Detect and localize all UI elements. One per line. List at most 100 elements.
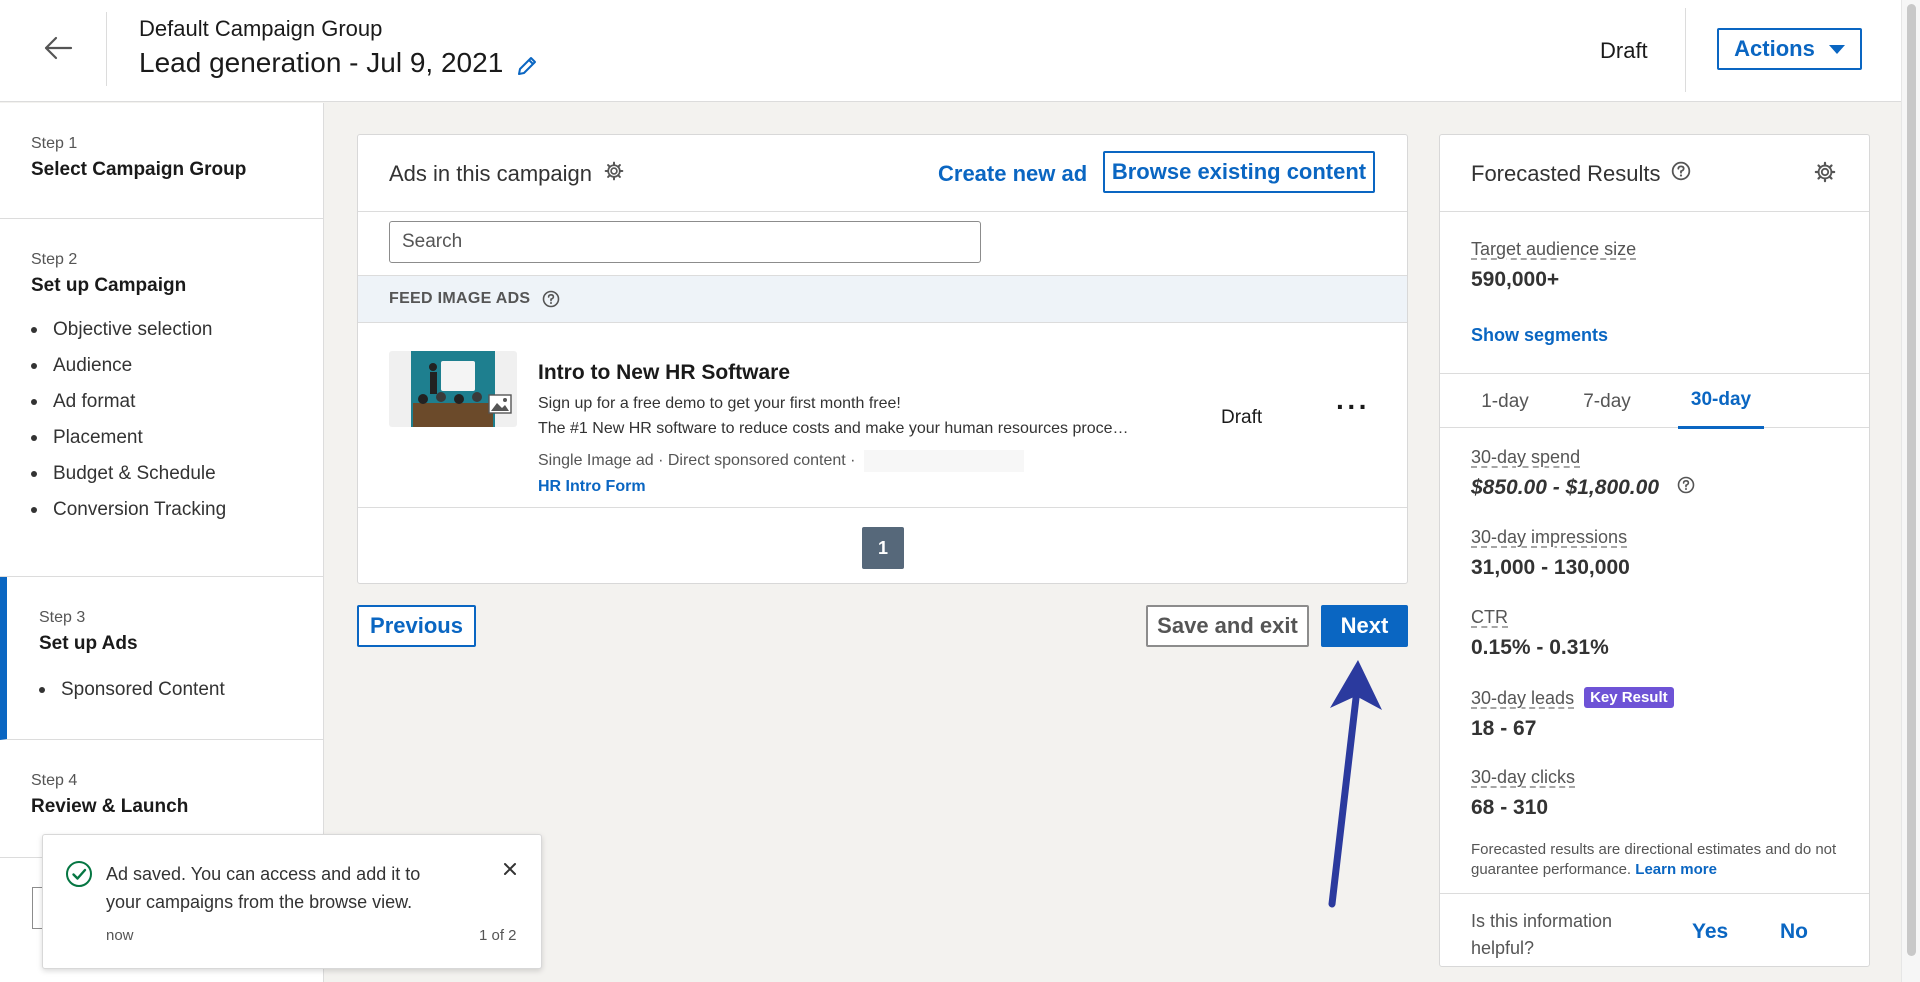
step-title: Set up Ads	[39, 633, 138, 654]
next-button[interactable]: Next	[1321, 605, 1408, 647]
ctr-label[interactable]: CTR	[1471, 607, 1609, 628]
clicks-metric: 30-day clicks 68 - 310	[1471, 767, 1575, 820]
clicks-value: 68 - 310	[1471, 796, 1549, 819]
help-icon[interactable]	[1677, 476, 1695, 500]
campaign-title: Lead generation - Jul 9, 2021	[139, 46, 541, 80]
audience-label[interactable]: Target audience size	[1471, 239, 1636, 260]
ad-meta-redacted	[863, 450, 1024, 472]
ad-headline: Sign up for a free demo to get your firs…	[538, 395, 901, 412]
tab-7-day[interactable]: 7-day	[1566, 374, 1648, 429]
back-arrow-icon[interactable]	[40, 30, 76, 66]
bullet-icon	[31, 471, 37, 477]
bullet-icon	[31, 363, 37, 369]
header-divider	[106, 12, 107, 86]
impressions-label[interactable]: 30-day impressions	[1471, 527, 1630, 548]
substep-budget[interactable]: Budget & Schedule	[31, 463, 323, 485]
show-segments-link[interactable]: Show segments	[1471, 325, 1608, 346]
divider	[1440, 893, 1869, 894]
substep-label: Sponsored Content	[61, 679, 225, 700]
actions-dropdown-button[interactable]: Actions	[1717, 28, 1862, 70]
ads-card-title: Ads in this campaign	[389, 161, 624, 187]
substep-label: Conversion Tracking	[53, 499, 227, 520]
campaign-status: Draft	[1600, 38, 1648, 63]
helpful-no-button[interactable]: No	[1780, 920, 1808, 944]
toast-timestamp: now	[106, 927, 134, 944]
tab-1-day[interactable]: 1-day	[1464, 374, 1546, 429]
gear-icon[interactable]	[1814, 161, 1838, 185]
spend-label[interactable]: 30-day spend	[1471, 447, 1695, 468]
step-3[interactable]: Step 3 Set up Ads Sponsored Content	[0, 577, 323, 740]
ad-title[interactable]: Intro to New HR Software	[538, 361, 790, 385]
step-substeps: Sponsored Content	[39, 679, 323, 701]
previous-button[interactable]: Previous	[357, 605, 476, 647]
toast-counter: 1 of 2	[479, 927, 517, 944]
helpful-yes-button[interactable]: Yes	[1692, 920, 1728, 944]
bullet-icon	[31, 507, 37, 513]
helpful-question: Is this information helpful?	[1471, 911, 1613, 958]
impressions-value: 31,000 - 130,000	[1471, 556, 1630, 579]
lead-form-link[interactable]: HR Intro Form	[538, 478, 646, 496]
step-1[interactable]: Step 1 Select Campaign Group	[0, 103, 323, 219]
substep-ad-format[interactable]: Ad format	[31, 391, 323, 413]
campaign-name: Lead generation - Jul 9, 2021	[139, 47, 504, 78]
close-icon[interactable]	[498, 857, 522, 881]
ads-card: Ads in this campaign Create new ad Brows…	[357, 134, 1408, 584]
bullet-icon	[31, 435, 37, 441]
impressions-metric: 30-day impressions 31,000 - 130,000	[1471, 527, 1630, 580]
step-number: Step 1	[31, 135, 78, 152]
save-and-exit-button[interactable]: Save and exit	[1146, 605, 1309, 647]
gear-icon[interactable]	[604, 161, 624, 187]
more-options-icon[interactable]: ···	[1336, 391, 1370, 423]
spend-value: $850.00 - $1,800.00	[1471, 476, 1659, 499]
forecast-range-tabs: 1-day 7-day 30-day	[1440, 373, 1869, 429]
forecasted-results-card: Forecasted Results Target audience size …	[1439, 134, 1870, 967]
scrollbar-thumb[interactable]	[1907, 4, 1916, 956]
substep-label: Objective selection	[53, 319, 213, 340]
substep-sponsored-content[interactable]: Sponsored Content	[39, 679, 323, 701]
annotation-arrow-icon	[1328, 660, 1382, 908]
substep-label: Budget & Schedule	[53, 463, 216, 484]
tab-30-day[interactable]: 30-day	[1678, 374, 1764, 429]
substep-label: Placement	[53, 427, 143, 448]
audience-value: 590,000+	[1471, 268, 1560, 291]
browse-existing-content-button[interactable]: Browse existing content	[1103, 151, 1375, 193]
step-title: Select Campaign Group	[31, 159, 247, 180]
bullet-icon	[39, 687, 45, 693]
leads-label-row: 30-day leads Key Result	[1471, 687, 1674, 709]
help-icon[interactable]	[542, 290, 560, 308]
leads-metric: 30-day leads Key Result 18 - 67	[1471, 687, 1674, 741]
success-check-icon	[65, 860, 93, 888]
forecast-title: Forecasted Results	[1471, 161, 1691, 187]
ad-thumbnail	[389, 351, 517, 427]
substep-placement[interactable]: Placement	[31, 427, 323, 449]
bullet-icon	[31, 327, 37, 333]
step-2[interactable]: Step 2 Set up Campaign Objective selecti…	[0, 219, 323, 577]
help-icon[interactable]	[1671, 161, 1691, 187]
caret-down-icon	[1828, 44, 1845, 54]
forecast-disclaimer: Forecasted results are directional estim…	[1471, 840, 1851, 880]
create-new-ad-link[interactable]: Create new ad	[938, 161, 1087, 187]
audience-size: Target audience size 590,000+	[1471, 239, 1636, 292]
step-number: Step 2	[31, 251, 78, 268]
pagination-page-1[interactable]: 1	[862, 527, 904, 569]
ads-title-text: Ads in this campaign	[389, 161, 592, 186]
page-scrollbar[interactable]	[1901, 0, 1920, 982]
substep-objective[interactable]: Objective selection	[31, 319, 323, 341]
step-number: Step 3	[39, 609, 86, 626]
edit-pencil-icon[interactable]	[515, 54, 541, 80]
forecast-title-text: Forecasted Results	[1471, 161, 1661, 186]
substep-audience[interactable]: Audience	[31, 355, 323, 377]
leads-label[interactable]: 30-day leads	[1471, 688, 1574, 708]
toast-message: Ad saved. You can access and add it to y…	[106, 864, 421, 912]
learn-more-link[interactable]: Learn more	[1635, 861, 1717, 878]
clicks-label[interactable]: 30-day clicks	[1471, 767, 1575, 788]
ad-meta-text: Single Image ad · Direct sponsored conte…	[538, 452, 856, 470]
step-title: Review & Launch	[31, 796, 189, 817]
step-title: Set up Campaign	[31, 275, 187, 296]
substep-conversion[interactable]: Conversion Tracking	[31, 499, 323, 521]
campaign-group-name: Default Campaign Group	[139, 16, 383, 41]
substep-label: Ad format	[53, 391, 136, 412]
spend-metric: 30-day spend $850.00 - $1,800.00	[1471, 447, 1695, 500]
step-number: Step 4	[31, 772, 78, 789]
search-input[interactable]	[389, 221, 981, 263]
